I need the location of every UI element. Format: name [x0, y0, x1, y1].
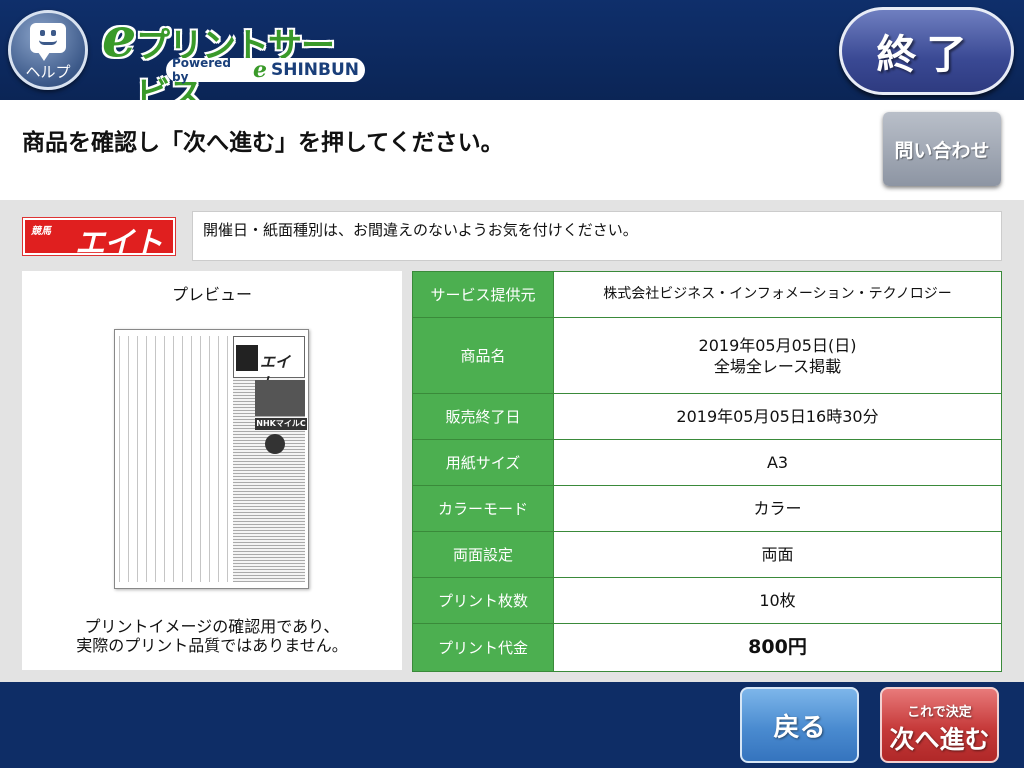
- details-value: 800円: [553, 623, 1002, 672]
- logo-e-mark: e: [102, 5, 137, 69]
- product-date: 2019年05月05日(日): [698, 335, 857, 355]
- details-value: カラー: [553, 485, 1002, 532]
- details-label: サービス提供元: [412, 271, 554, 318]
- logo-powered-e: e: [252, 57, 267, 83]
- product-description: 全場全レース掲載: [713, 356, 842, 376]
- details-label: 販売終了日: [412, 393, 554, 440]
- header-bar: ヘルプ e プリントサービス Powered by e SHINBUN 終了: [0, 0, 1024, 115]
- details-value: 株式会社ビジネス・インフォメーション・テクノロジー: [553, 271, 1002, 318]
- notice-message: 開催日・紙面種別は、お間違えのないようお気を付けください。: [192, 211, 1002, 261]
- details-row-copies: プリント枚数 10枚: [412, 577, 1002, 624]
- preview-title: プレビュー: [171, 285, 252, 304]
- logo-powered-text: Powered by: [172, 56, 231, 84]
- product-details-table: サービス提供元 株式会社ビジネス・インフォメーション・テクノロジー 商品名 20…: [412, 271, 1002, 672]
- details-value: 2019年05月05日(日) 全場全レース掲載: [553, 317, 1002, 394]
- help-button[interactable]: ヘルプ: [8, 10, 88, 90]
- preview-caption-line2: 実際のプリント品質ではありません。: [76, 636, 348, 655]
- details-row-sale-end: 販売終了日 2019年05月05日16時30分: [412, 393, 1002, 440]
- details-value: 2019年05月05日16時30分: [553, 393, 1002, 440]
- details-label: 商品名: [412, 317, 554, 394]
- back-button[interactable]: 戻る: [740, 687, 859, 763]
- preview-caption: プリントイメージの確認用であり、 実際のプリント品質ではありません。: [22, 617, 402, 655]
- main-content: 競馬 エイト 開催日・紙面種別は、お間違えのないようお気を付けください。 プレビ…: [0, 200, 1024, 682]
- details-label: プリント代金: [412, 623, 554, 672]
- details-label: 両面設定: [412, 531, 554, 578]
- instruction-band: 商品を確認し「次へ進む」を押してください。 問い合わせ: [0, 100, 1024, 200]
- preview-caption-line1: プリントイメージの確認用であり、: [84, 617, 340, 636]
- preview-panel: プレビュー エイト NHKマイルC プリントイメージの確認用であり、 実際のプリ…: [22, 271, 402, 670]
- newspaper-badge: [265, 434, 285, 454]
- newspaper-masthead: エイト: [233, 336, 305, 392]
- next-button[interactable]: これで決定 次へ進む: [880, 687, 999, 763]
- details-value: 両面: [553, 531, 1002, 578]
- logo-powered-name: SHINBUN: [270, 60, 359, 80]
- next-button-sub: これで決定: [907, 705, 972, 720]
- footer-bar: 戻る これで決定 次へ進む: [0, 682, 1024, 768]
- details-row-duplex: 両面設定 両面: [412, 531, 1002, 578]
- newspaper-horse-photo: [255, 380, 305, 416]
- eprint-service-logo: e プリントサービス Powered by e SHINBUN: [100, 5, 365, 115]
- details-label: プリント枚数: [412, 577, 554, 624]
- details-value: A3: [553, 439, 1002, 486]
- instruction-text: 商品を確認し「次へ進む」を押してください。: [22, 130, 504, 156]
- details-label: カラーモード: [412, 485, 554, 532]
- next-button-label: 次へ進む: [889, 725, 990, 754]
- logo-powered-by: Powered by e SHINBUN: [166, 56, 365, 84]
- help-label: ヘルプ: [25, 63, 71, 81]
- details-row-product-name: 商品名 2019年05月05日(日) 全場全レース掲載: [412, 317, 1002, 394]
- brand-big-text: エイト: [75, 226, 163, 261]
- inquiry-button[interactable]: 問い合わせ: [883, 112, 1001, 186]
- end-button[interactable]: 終了: [839, 7, 1014, 95]
- brand-small-text: 競馬: [31, 226, 51, 237]
- details-row-paper-size: 用紙サイズ A3: [412, 439, 1002, 486]
- newspaper-banner: NHKマイルC: [255, 418, 307, 430]
- details-label: 用紙サイズ: [412, 439, 554, 486]
- details-row-color-mode: カラーモード カラー: [412, 485, 1002, 532]
- details-row-provider: サービス提供元 株式会社ビジネス・インフォメーション・テクノロジー: [412, 271, 1002, 318]
- help-face-icon: [30, 23, 66, 61]
- keiba-eight-logo: 競馬 エイト: [22, 217, 176, 261]
- newspaper-preview-image: エイト NHKマイルC: [114, 329, 309, 589]
- details-value: 10枚: [553, 577, 1002, 624]
- details-row-price: プリント代金 800円: [412, 623, 1002, 672]
